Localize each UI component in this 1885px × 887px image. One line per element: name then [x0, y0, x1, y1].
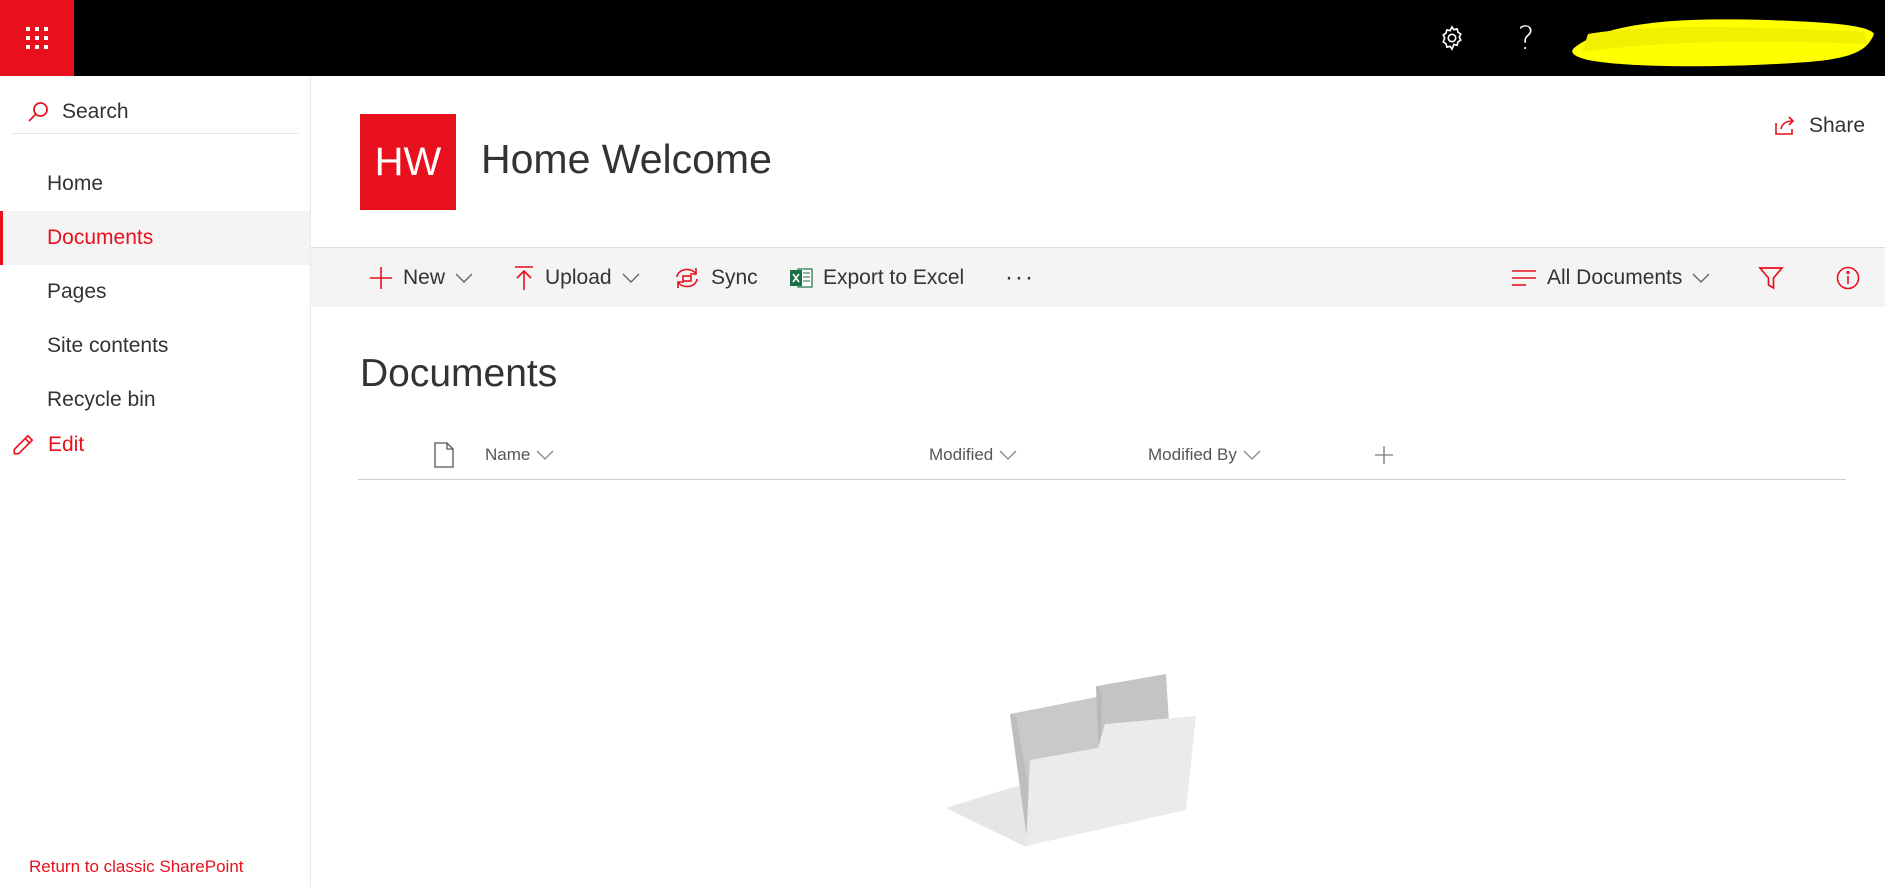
column-modified[interactable]: Modified — [929, 433, 1017, 477]
column-name[interactable]: Name — [485, 433, 554, 477]
nav-edit-link[interactable]: Edit — [10, 432, 84, 458]
ellipsis-icon: ··· — [1005, 264, 1035, 291]
export-label: Export to Excel — [823, 266, 965, 289]
nav-item-recycle-bin[interactable]: Recycle bin — [0, 373, 310, 427]
upload-label: Upload — [545, 266, 612, 289]
document-icon — [434, 442, 454, 468]
redacted-account-area — [1572, 19, 1874, 67]
search-box[interactable]: Search — [12, 90, 298, 134]
nav-item-site-contents[interactable]: Site contents — [0, 319, 310, 373]
column-name-label: Name — [485, 445, 531, 464]
file-type-column[interactable] — [433, 433, 455, 477]
waffle-grid-icon — [26, 27, 48, 49]
info-icon — [1836, 266, 1860, 290]
chevron-down-icon — [455, 273, 473, 283]
chevron-down-icon — [999, 450, 1017, 460]
search-label: Search — [62, 99, 129, 123]
chevron-down-icon — [622, 273, 640, 283]
question-mark-icon: ? — [1517, 19, 1535, 57]
column-modified-label: Modified — [929, 445, 994, 464]
upload-button[interactable]: Upload — [513, 248, 640, 308]
export-to-excel-button[interactable]: Export to Excel — [789, 248, 964, 308]
share-label: Share — [1809, 114, 1866, 137]
column-modified-by[interactable]: Modified By — [1148, 433, 1261, 477]
chevron-down-icon — [1692, 273, 1710, 283]
settings-button[interactable] — [1433, 19, 1471, 57]
site-title[interactable]: Home Welcome — [481, 136, 772, 183]
add-column-button[interactable] — [1374, 433, 1394, 477]
share-icon — [1775, 116, 1795, 135]
column-modified-by-label: Modified By — [1148, 445, 1237, 464]
new-label: New — [403, 266, 446, 289]
chevron-down-icon — [536, 450, 554, 460]
nav-item-pages[interactable]: Pages — [0, 265, 310, 319]
sync-button[interactable]: Sync — [673, 248, 758, 308]
sync-label: Sync — [711, 266, 758, 289]
excel-icon — [790, 268, 813, 288]
suite-bar: ? — [0, 0, 1885, 76]
info-pane-button[interactable] — [1836, 248, 1860, 308]
search-icon — [28, 101, 48, 122]
share-button[interactable]: Share — [1773, 114, 1865, 138]
chevron-down-icon — [1243, 450, 1261, 460]
command-bar: New Upload Sync Export to Excel ··· All … — [311, 247, 1885, 307]
filter-button[interactable] — [1758, 248, 1784, 308]
nav-item-home[interactable]: Home — [0, 157, 310, 211]
plus-icon — [1375, 446, 1393, 464]
sync-icon — [676, 268, 698, 288]
plus-icon — [370, 267, 392, 289]
list-column-header: Name Modified Modified By — [358, 433, 1846, 480]
help-button[interactable]: ? — [1507, 19, 1545, 57]
pencil-icon — [13, 434, 34, 455]
site-logo[interactable]: HW — [360, 114, 456, 210]
library-title: Documents — [360, 352, 558, 395]
upload-icon — [515, 266, 533, 290]
new-button[interactable]: New — [369, 248, 473, 308]
view-label: All Documents — [1547, 266, 1683, 289]
gear-icon — [1442, 25, 1462, 51]
left-navigation: Search Home Documents Pages Site content… — [0, 76, 311, 887]
app-launcher-button[interactable] — [0, 0, 74, 76]
view-lines-icon — [1512, 270, 1536, 286]
more-commands-button[interactable]: ··· — [1005, 248, 1035, 308]
return-to-classic-link[interactable]: Return to classic SharePoint — [29, 857, 244, 877]
view-switcher-button[interactable]: All Documents — [1511, 248, 1710, 308]
edit-label: Edit — [48, 433, 85, 456]
empty-folder-illustration — [946, 674, 1196, 846]
filter-icon — [1758, 267, 1784, 290]
nav-item-documents[interactable]: Documents — [0, 211, 310, 265]
